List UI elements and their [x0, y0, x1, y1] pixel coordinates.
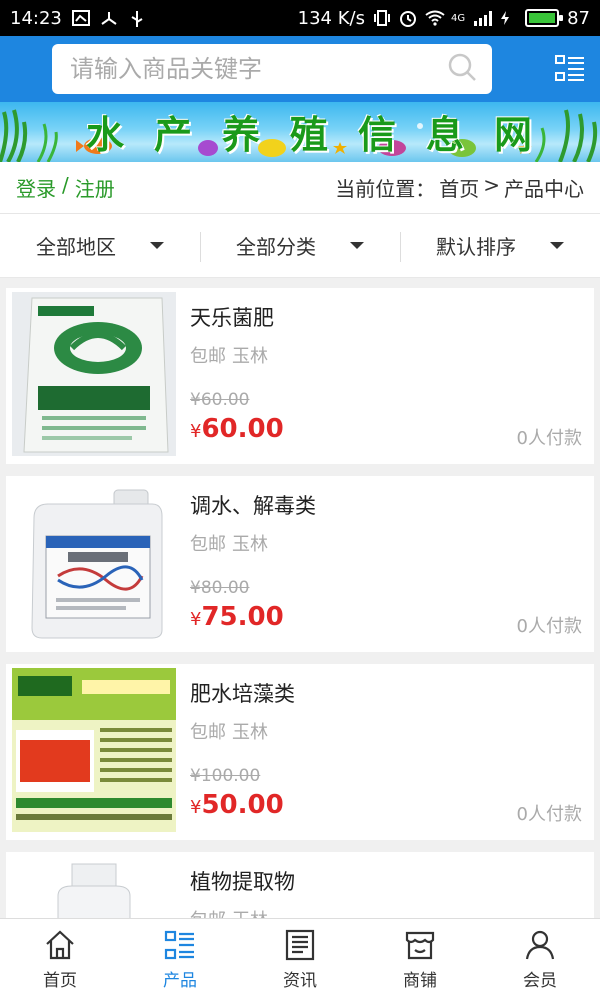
- payment-count: 0人付款: [516, 804, 582, 825]
- tab-home-label: 首页: [43, 971, 77, 991]
- filter-bar: 全部地区 全部分类 默认排序: [0, 214, 600, 278]
- filter-sort-label: 默认排序: [436, 235, 516, 259]
- battery-level: 87: [567, 7, 590, 29]
- filter-region-label: 全部地区: [36, 235, 116, 259]
- status-bar: 14:23 134 K/s 4G 87: [0, 0, 600, 36]
- user-icon: [525, 930, 555, 960]
- product-tags: 包邮 玉林: [190, 906, 594, 918]
- product-image[interactable]: [12, 480, 176, 644]
- auth-links: 登录 / 注册: [16, 173, 115, 202]
- network-type: 4G: [450, 12, 466, 24]
- product-tags: 包邮 玉林: [190, 530, 594, 556]
- status-time: 14:23: [10, 7, 62, 29]
- tab-products[interactable]: 产品: [120, 919, 240, 1000]
- shipping-tag: 包邮: [190, 906, 226, 918]
- network-speed: 134 K/s: [297, 7, 365, 29]
- news-icon: [285, 929, 315, 961]
- tab-member-label: 会员: [523, 971, 557, 991]
- share-icon: [100, 10, 118, 26]
- vibrate-icon: [373, 10, 391, 26]
- product-info: 植物提取物 包邮 玉林: [176, 852, 594, 918]
- product-image[interactable]: [12, 668, 176, 832]
- menu-list-icon: [555, 55, 584, 81]
- list-icon: [164, 930, 194, 960]
- site-banner: 水产养殖信息网: [0, 102, 600, 162]
- bottom-nav: 首页 产品 资讯 商铺 会员: [0, 918, 600, 1000]
- product-card[interactable]: 天乐菌肥 包邮 玉林 ¥60.00 ¥60.00 0人付款: [6, 288, 594, 464]
- location-label: 当前位置：: [335, 177, 436, 201]
- shipping-tag: 包邮: [190, 346, 226, 367]
- notification-icon: [71, 10, 90, 26]
- product-image[interactable]: [12, 856, 176, 918]
- product-info: 天乐菌肥 包邮 玉林 ¥60.00 ¥60.00 0人付款: [176, 288, 594, 464]
- caret-down-icon: [550, 242, 564, 249]
- tab-products-label: 产品: [163, 971, 197, 991]
- home-icon: [46, 930, 74, 960]
- payment-count: 0人付款: [516, 428, 582, 449]
- filter-category[interactable]: 全部分类: [200, 214, 400, 277]
- tab-member[interactable]: 会员: [480, 919, 600, 1000]
- payment-count: 0人付款: [516, 616, 582, 637]
- location-tag: 玉林: [232, 722, 268, 743]
- charging-icon: [499, 10, 517, 26]
- breadcrumb-arrow: >: [483, 173, 500, 197]
- tab-home[interactable]: 首页: [0, 919, 120, 1000]
- location-tag: 玉林: [232, 534, 268, 555]
- register-link[interactable]: 注册: [75, 173, 115, 202]
- usb-icon: [128, 10, 146, 27]
- product-tags: 包邮 玉林: [190, 342, 594, 368]
- store-icon: [405, 931, 435, 960]
- filter-region[interactable]: 全部地区: [0, 214, 200, 277]
- login-link[interactable]: 登录: [16, 173, 56, 202]
- product-name[interactable]: 天乐菌肥: [190, 302, 594, 332]
- shipping-tag: 包邮: [190, 722, 226, 743]
- search-header: [0, 36, 600, 102]
- breadcrumb-home[interactable]: 首页: [439, 173, 479, 202]
- search-icon[interactable]: [446, 51, 478, 87]
- product-info: 调水、解毒类 包邮 玉林 ¥80.00 ¥75.00 0人付款: [176, 476, 594, 652]
- product-name[interactable]: 肥水培藻类: [190, 678, 594, 708]
- breadcrumb-current: 产品中心: [504, 177, 584, 201]
- banner-title: 水产养殖信息网: [86, 112, 563, 157]
- location-tag: 玉林: [232, 346, 268, 367]
- tab-stores-label: 商铺: [403, 971, 437, 991]
- caret-down-icon: [150, 242, 164, 249]
- product-info: 肥水培藻类 包邮 玉林 ¥100.00 ¥50.00 0人付款: [176, 664, 594, 840]
- product-tags: 包邮 玉林: [190, 718, 594, 744]
- location-tag: 玉林: [232, 906, 268, 918]
- signal-icon: [473, 10, 493, 26]
- product-name[interactable]: 植物提取物: [190, 866, 594, 896]
- product-name[interactable]: 调水、解毒类: [190, 490, 594, 520]
- search-box[interactable]: [52, 44, 492, 94]
- filter-sort[interactable]: 默认排序: [400, 214, 600, 277]
- product-image[interactable]: [12, 292, 176, 456]
- breadcrumb: 当前位置： 首页 > 产品中心: [335, 173, 584, 202]
- original-price: ¥100.00: [190, 766, 261, 786]
- alarm-icon: [399, 10, 417, 27]
- breadcrumb-bar: 登录 / 注册 当前位置： 首页 > 产品中心: [0, 162, 600, 214]
- caret-down-icon: [350, 242, 364, 249]
- search-input[interactable]: [70, 55, 446, 83]
- tab-stores[interactable]: 商铺: [360, 919, 480, 1000]
- original-price: ¥80.00: [190, 578, 250, 598]
- filter-category-label: 全部分类: [236, 235, 316, 259]
- product-card[interactable]: 肥水培藻类 包邮 玉林 ¥100.00 ¥50.00 0人付款: [6, 664, 594, 840]
- tab-news-label: 资讯: [283, 971, 317, 991]
- original-price: ¥60.00: [190, 390, 250, 410]
- wifi-icon: [425, 10, 445, 26]
- battery-icon: [525, 9, 564, 27]
- product-card[interactable]: 植物提取物 包邮 玉林: [6, 852, 594, 918]
- tab-news[interactable]: 资讯: [240, 919, 360, 1000]
- product-list[interactable]: 天乐菌肥 包邮 玉林 ¥60.00 ¥60.00 0人付款 调水、解毒类 包邮 …: [0, 282, 600, 918]
- menu-button[interactable]: [552, 51, 588, 87]
- auth-separator: /: [62, 173, 69, 197]
- product-card[interactable]: 调水、解毒类 包邮 玉林 ¥80.00 ¥75.00 0人付款: [6, 476, 594, 652]
- shipping-tag: 包邮: [190, 534, 226, 555]
